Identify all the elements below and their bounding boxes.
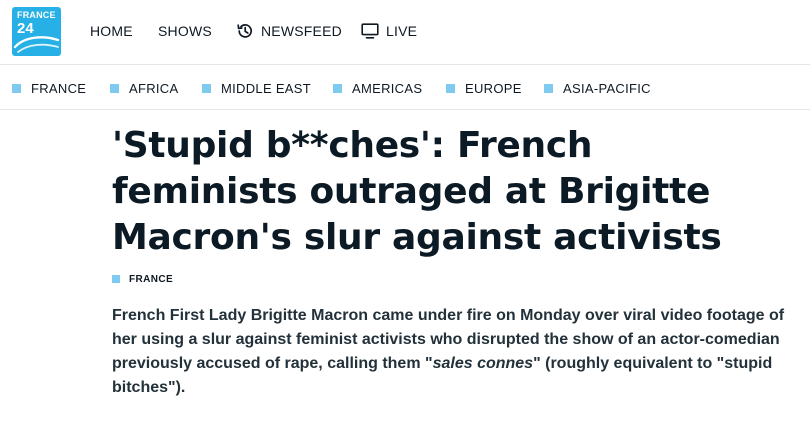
nav-live[interactable]: LIVE <box>361 22 417 40</box>
section-label: ASIA-PACIFIC <box>563 80 651 96</box>
section-label: EUROPE <box>465 80 522 96</box>
nav-shows[interactable]: SHOWS <box>158 22 212 40</box>
site-header: FRANCE 24 HOME SHOWS NEWSFEED LIVE <box>0 0 810 64</box>
nav-newsfeed[interactable]: NEWSFEED <box>236 22 342 40</box>
section-americas[interactable]: AMERICAS <box>333 80 422 96</box>
nav-home-label: HOME <box>90 23 133 39</box>
lede-emphasis: sales connes <box>432 355 534 372</box>
section-france[interactable]: FRANCE <box>12 80 86 96</box>
section-label: AFRICA <box>129 80 179 96</box>
section-marker-icon <box>333 83 342 93</box>
section-label: MIDDLE EAST <box>221 80 311 96</box>
section-marker-icon <box>544 83 553 93</box>
section-marker-icon <box>12 83 21 93</box>
tag-marker-icon <box>112 275 120 283</box>
section-label: FRANCE <box>31 80 87 96</box>
section-africa[interactable]: AFRICA <box>110 80 178 96</box>
section-marker-icon <box>110 83 119 93</box>
section-marker-icon <box>202 83 211 93</box>
section-europe[interactable]: EUROPE <box>446 80 522 96</box>
history-clock-icon <box>237 24 253 38</box>
article-headline: 'Stupid b**ches': French feminists outra… <box>112 125 722 258</box>
tv-monitor-icon <box>361 23 379 39</box>
logo-text: FRANCE <box>17 10 56 20</box>
nav-shows-label: SHOWS <box>158 23 212 39</box>
section-label: AMERICAS <box>352 80 423 96</box>
logo-number: 24 <box>17 20 34 37</box>
article-lede: French First Lady Brigitte Macron came u… <box>112 304 802 400</box>
france24-logo[interactable]: FRANCE 24 <box>12 7 61 56</box>
nav-live-label: LIVE <box>386 23 418 39</box>
nav-home[interactable]: HOME <box>90 22 133 40</box>
section-asia-pacific[interactable]: ASIA-PACIFIC <box>544 80 651 96</box>
section-middle-east[interactable]: MIDDLE EAST <box>202 80 311 96</box>
category-tag[interactable]: FRANCE <box>112 273 173 285</box>
nav-newsfeed-label: NEWSFEED <box>261 23 342 39</box>
section-marker-icon <box>446 83 455 93</box>
section-bar: FRANCE AFRICA MIDDLE EAST AMERICAS EUROP… <box>0 64 810 110</box>
category-tag-label: FRANCE <box>129 273 174 285</box>
